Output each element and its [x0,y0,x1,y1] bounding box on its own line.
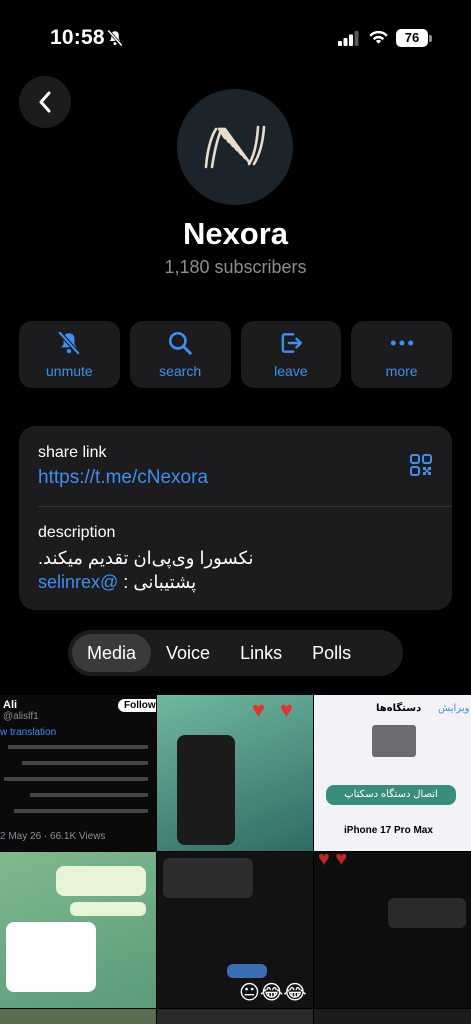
support-handle-link[interactable]: selinrex@ [38,572,118,592]
unmute-button[interactable]: unmute [19,321,120,388]
silent-mode-icon [107,29,123,47]
heart-emoji: ♥ [280,697,294,722]
tweet-text-line [14,809,148,813]
tweet-date: 2 May 26 · 66.1K Views [0,831,106,842]
media-thumbnail[interactable]: ♥ ♥ [314,852,471,1008]
chevron-left-icon [39,91,51,113]
back-button[interactable] [19,76,71,128]
phone-image [177,735,235,845]
more-label: more [385,363,418,379]
search-icon [169,331,192,355]
tab-links[interactable]: Links [225,634,297,672]
ellipsis-icon [390,340,413,346]
channel-info-card: share link https://t.me/cNexora descript… [19,426,452,610]
search-label: search [159,363,202,379]
more-button[interactable]: more [351,321,452,388]
tab-polls[interactable]: Polls [297,634,366,672]
wifi-icon [369,30,388,44]
description-line-1: نکسورا وی‌پی‌ان تقدیم میکند. [38,548,254,568]
media-thumbnail[interactable] [157,1009,313,1024]
subscriber-count: 1,180 subscribers [164,257,307,277]
media-tabs: Media Voice Links Polls [68,630,403,676]
media-thumbnail[interactable] [314,1009,471,1024]
tweet-user: Ali [3,699,18,711]
leave-label: leave [274,363,308,379]
link-desktop-button: اتصال دستگاه دسکتاپ [326,785,456,805]
devices-title: دستگاه‌ها [376,703,422,714]
tab-voice[interactable]: Voice [151,634,225,672]
support-prefix: : پشتیبانی [118,572,197,592]
tweet-text-line [30,793,148,797]
description-label: description [38,524,116,541]
tab-media[interactable]: Media [72,634,152,672]
share-link-url[interactable]: https://t.me/cNexora [38,467,208,489]
device-name: iPhone 17 Pro Max [344,825,433,836]
tweet-text-line [4,777,148,781]
tweet-text-line [8,745,148,749]
status-bar: 10:58 76 [0,0,471,70]
tweet-translation: w translation [0,727,57,738]
chat-bubble [388,898,466,928]
cellular-signal-icon [338,31,359,46]
tweet-follow: Follow [118,699,156,712]
broken-heart-emoji: ♥ ♥ [318,852,348,870]
channel-name: Nexora [182,216,289,251]
leave-icon [281,333,302,353]
qr-code-icon[interactable] [409,453,433,477]
media-thumbnail[interactable]: 😐😂😂 [157,852,313,1008]
description-line-2: selinrex@ : پشتیبانی [38,571,196,594]
heart-emoji: ♥ [252,697,266,722]
media-thumbnail[interactable] [0,1009,156,1024]
battery-tip [429,35,432,42]
emoji-row: 😐😂😂 [239,982,307,1004]
tweet-handle: @alislf1 [3,711,39,722]
unmute-label: unmute [46,363,93,379]
channel-avatar[interactable] [177,89,293,205]
battery-level: 76 [396,29,428,47]
chat-bubble [227,964,267,978]
nexora-logo-icon [204,125,266,169]
chat-bubble [6,922,96,992]
media-thumbnail[interactable]: دستگاه‌ها ویرایش اتصال دستگاه دسکتاپ iPh… [314,695,471,851]
media-grid: Ali @alislf1 Follow w translation 2 May … [0,695,471,1024]
chat-bubble [70,902,146,916]
share-link-label: share link [38,444,107,461]
media-thumbnail[interactable]: Ali @alislf1 Follow w translation 2 May … [0,695,156,851]
laptop-image [372,725,416,757]
leave-button[interactable]: leave [240,321,342,388]
tweet-text-line [22,761,148,765]
edit-link: ویرایش [438,703,470,714]
action-bar: unmute search leave more [19,321,452,388]
keyboard-image [163,858,253,898]
bell-slash-icon [58,330,81,356]
status-time: 10:58 [50,26,105,49]
search-button[interactable]: search [129,321,231,388]
media-thumbnail[interactable]: ♥ ♥ [157,695,313,851]
media-thumbnail[interactable] [0,852,156,1008]
card-divider [38,506,452,507]
chat-bubble [56,866,146,896]
